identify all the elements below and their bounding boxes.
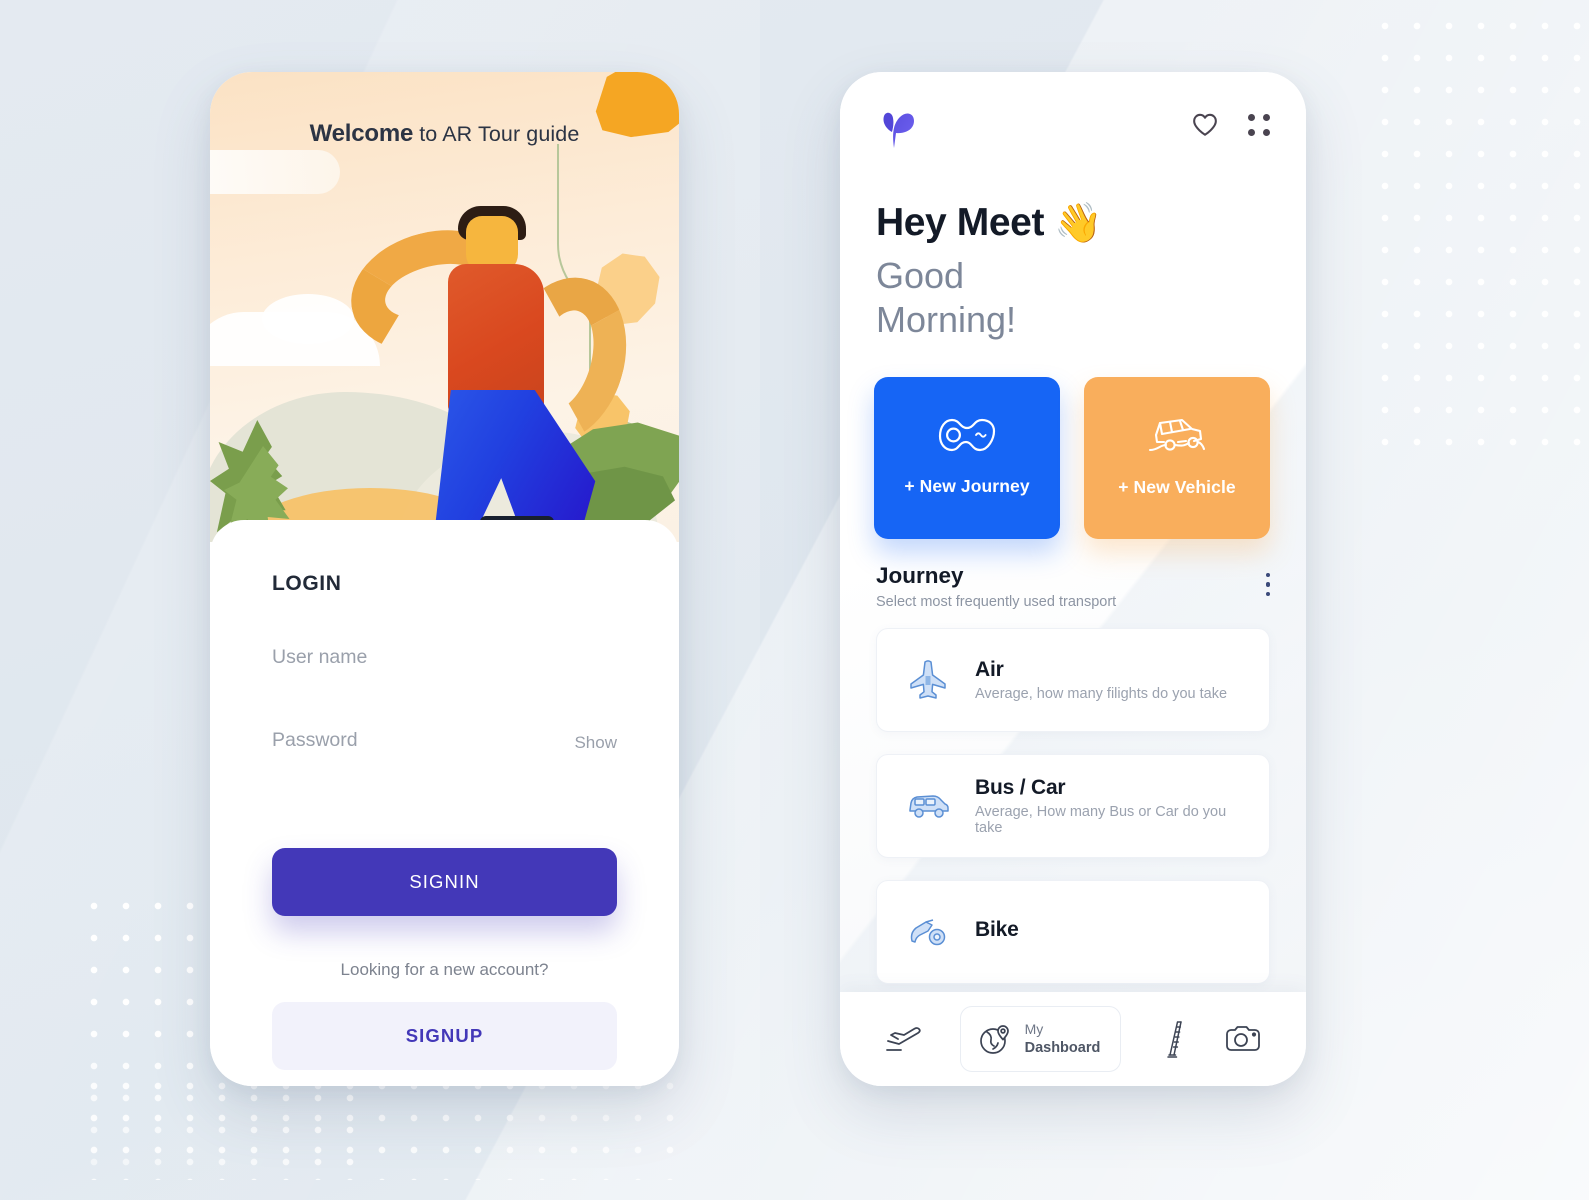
nav-dashboard-button[interactable]: My Dashboard — [959, 1005, 1122, 1073]
greeting-time: Good Morning! — [876, 254, 1270, 342]
login-card: LOGIN Show SIGNIN Looking for a new acco… — [210, 520, 679, 1086]
motorbike-icon — [903, 909, 953, 955]
globe-pin-icon — [979, 1025, 1009, 1054]
greeting-name-text: Hey Meet — [876, 201, 1045, 244]
camera-icon — [1226, 1026, 1261, 1051]
quick-actions-row: + New Journey + New Vehicle — [840, 342, 1306, 539]
journey-title: Journey — [876, 562, 964, 588]
username-input[interactable] — [272, 640, 617, 679]
login-title: LOGIN — [272, 572, 342, 595]
transport-item-bike[interactable]: Bike — [876, 879, 1270, 984]
transport-title: Bus / Car — [975, 775, 1066, 799]
nav-dashboard-label: My Dashboard — [1025, 1020, 1101, 1058]
password-field-row: Show — [272, 723, 617, 762]
signup-button[interactable]: SIGNUP — [272, 1002, 617, 1070]
kebab-menu-icon[interactable] — [1265, 563, 1270, 597]
new-journey-card[interactable]: + New Journey — [874, 376, 1060, 539]
welcome-rest-text: to AR Tour guide — [413, 122, 580, 146]
journey-subtitle: Select most frequently used transport — [876, 593, 1117, 610]
transport-title: Air — [975, 657, 1004, 681]
app-header — [840, 72, 1306, 148]
username-field-row — [272, 640, 617, 679]
hero-illustration: Welcome to AR Tour guide — [210, 72, 679, 542]
show-password-toggle[interactable]: Show — [560, 733, 617, 753]
transport-item-bus-car[interactable]: Bus / Car Average, How many Bus or Car d… — [876, 753, 1270, 858]
transport-desc: Average, how many filights do you take — [975, 685, 1228, 702]
offroad-jeep-icon — [1148, 419, 1206, 452]
heart-icon[interactable] — [1192, 112, 1218, 138]
new-vehicle-label: + New Vehicle — [1118, 477, 1236, 498]
transport-text-group: Air Average, how many filights do you ta… — [975, 658, 1227, 702]
cloud-shape — [210, 150, 340, 194]
greeting-line-1: Good — [876, 255, 965, 296]
nav-camera-button[interactable] — [1225, 1024, 1261, 1054]
sprout-logo — [883, 112, 914, 148]
transport-text-group: Bike — [975, 918, 1019, 946]
car-icon — [903, 783, 953, 829]
dot-pattern-bottom — [78, 1070, 698, 1180]
cloud-shape — [262, 294, 354, 344]
welcome-bold-text: Welcome — [309, 120, 414, 147]
password-input[interactable] — [272, 723, 561, 762]
greeting-block: Hey Meet 👋 Good Morning! — [840, 148, 1306, 342]
transport-title: Bike — [975, 917, 1019, 941]
welcome-heading: Welcome to AR Tour guide — [210, 120, 679, 148]
dot-pattern-top-right — [1369, 10, 1589, 450]
transport-text-group: Bus / Car Average, How many Bus or Car d… — [975, 776, 1243, 836]
new-vehicle-card[interactable]: + New Vehicle — [1084, 376, 1270, 539]
wave-emoji: 👋 — [1054, 202, 1103, 245]
nav-dashboard-line-1: My — [1024, 1020, 1044, 1037]
dashboard-screen-phone: Hey Meet 👋 Good Morning! + New Journey +… — [840, 72, 1306, 1086]
signin-button[interactable]: SIGNIN — [272, 848, 617, 916]
login-screen-phone: Welcome to AR Tour guide LOGIN Show SIGN… — [210, 72, 679, 1086]
transport-item-air[interactable]: Air Average, how many filights do you ta… — [876, 627, 1270, 732]
transport-desc: Average, How many Bus or Car do you take — [975, 803, 1227, 836]
journey-section-header: Journey Select most frequently used tran… — [840, 539, 1306, 610]
pisa-tower-icon — [1167, 1021, 1183, 1058]
dashboard-content: Hey Meet 👋 Good Morning! + New Journey +… — [840, 72, 1306, 1086]
greeting-line-2: Morning! — [876, 298, 1017, 340]
journey-heading-group: Journey Select most frequently used tran… — [876, 563, 1116, 610]
airplane-icon — [903, 657, 953, 703]
greeting-name: Hey Meet 👋 — [876, 200, 1270, 246]
traveler-figure — [338, 194, 645, 542]
nav-landmarks-button[interactable] — [1158, 1019, 1188, 1059]
header-actions — [1192, 112, 1270, 138]
nav-dashboard-line-2: Dashboard — [1024, 1039, 1101, 1056]
nav-flights-button[interactable] — [885, 1025, 923, 1053]
airplane-takeoff-icon — [885, 1027, 921, 1051]
grid-menu-icon[interactable] — [1248, 114, 1270, 136]
bottom-navigation: My Dashboard — [840, 992, 1306, 1086]
route-icon — [938, 419, 996, 452]
new-account-prompt: Looking for a new account? — [340, 960, 549, 979]
new-journey-label: + New Journey — [904, 476, 1030, 497]
screenshot-canvas: Welcome to AR Tour guide LOGIN Show SIGN… — [0, 0, 1589, 1200]
